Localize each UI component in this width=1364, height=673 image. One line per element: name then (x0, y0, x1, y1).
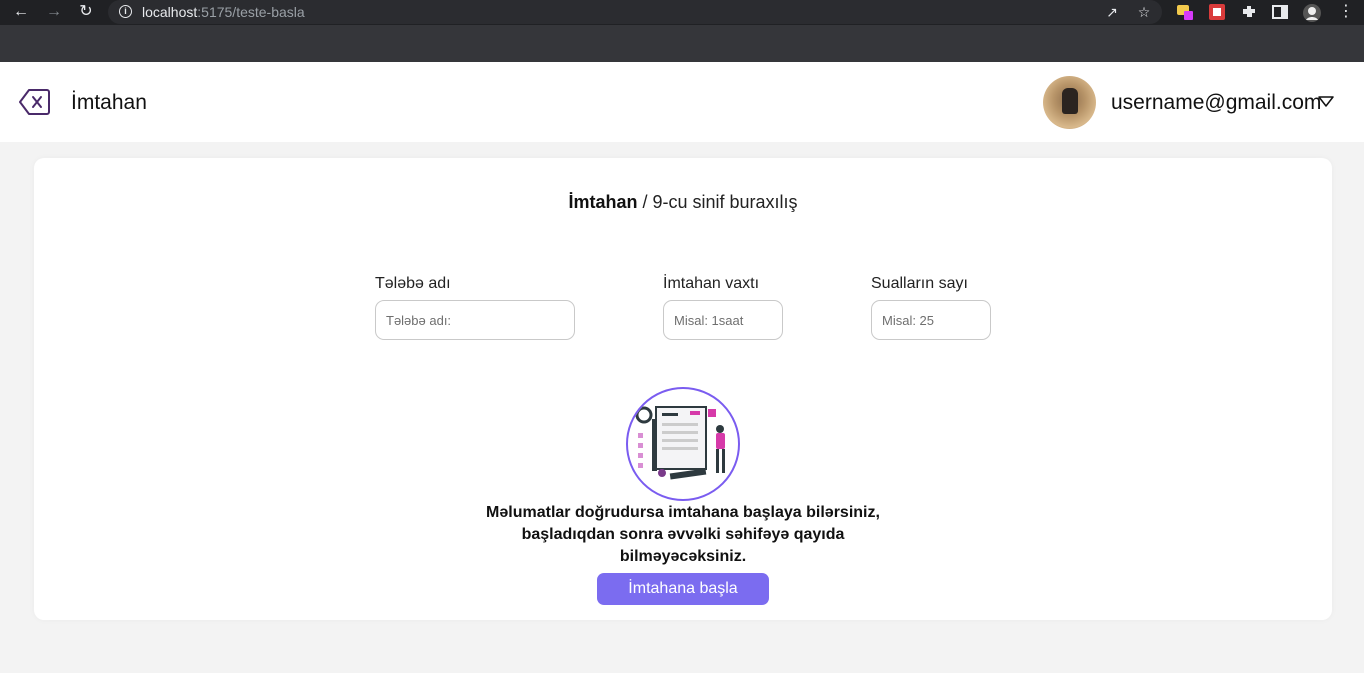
breadcrumb-current: 9-cu sinif buraxılış (652, 192, 798, 212)
student-name-label: Tələbə adı (375, 275, 451, 292)
url-text: localhost:5175/teste-basla (142, 4, 305, 20)
exam-time-label: İmtahan vaxtı (663, 275, 760, 292)
info-line: başladıqdan sonra əvvəlki səhifəyə qayıd… (521, 526, 845, 543)
info-message: Məlumatlar doğrudursa imtahana başlaya b… (34, 502, 1332, 568)
menu-dots-icon[interactable]: ⋮ (1337, 3, 1355, 21)
info-line: bilməyəcəksiniz. (619, 548, 747, 565)
info-icon[interactable]: i (119, 5, 132, 18)
exam-illustration (626, 387, 740, 501)
info-line: Məlumatlar doğrudursa imtahana başlaya b… (486, 504, 880, 521)
page-title: İmtahan (71, 91, 147, 114)
chevron-down-icon[interactable] (1318, 95, 1334, 107)
share-icon[interactable]: ↗ (1103, 3, 1121, 21)
exam-start-card: İmtahan / 9-cu sinif buraxılış Tələbə ad… (34, 158, 1332, 620)
back-arrow-icon[interactable]: ← (12, 3, 30, 21)
avatar[interactable] (1043, 76, 1096, 129)
breadcrumb-root[interactable]: İmtahan (568, 192, 637, 212)
student-name-input[interactable] (375, 300, 575, 340)
extension-red-icon[interactable] (1208, 3, 1226, 21)
extensions-puzzle-icon[interactable] (1240, 3, 1258, 21)
address-bar[interactable]: i localhost:5175/teste-basla ↗ ☆ (108, 0, 1162, 24)
app-header: İmtahan username@gmail.com (0, 62, 1364, 142)
start-exam-button[interactable]: İmtahana başla (597, 573, 769, 605)
close-back-icon[interactable] (19, 88, 51, 116)
breadcrumb: İmtahan / 9-cu sinif buraxılış (34, 192, 1332, 213)
side-panel-icon[interactable] (1271, 3, 1289, 21)
browser-bookmark-strip (0, 25, 1364, 62)
browser-toolbar: ← → ↻ i localhost:5175/teste-basla ↗ ☆ ⋮ (0, 0, 1364, 25)
exam-time-input[interactable] (663, 300, 783, 340)
question-count-label: Sualların sayı (871, 275, 968, 292)
breadcrumb-separator: / (637, 192, 653, 212)
extension-paint-icon[interactable] (1176, 3, 1194, 21)
profile-icon[interactable] (1302, 3, 1321, 22)
forward-arrow-icon[interactable]: → (45, 3, 63, 21)
star-icon[interactable]: ☆ (1135, 3, 1153, 21)
question-count-input[interactable] (871, 300, 991, 340)
user-email[interactable]: username@gmail.com (1111, 91, 1321, 115)
reload-icon[interactable]: ↻ (77, 3, 95, 21)
